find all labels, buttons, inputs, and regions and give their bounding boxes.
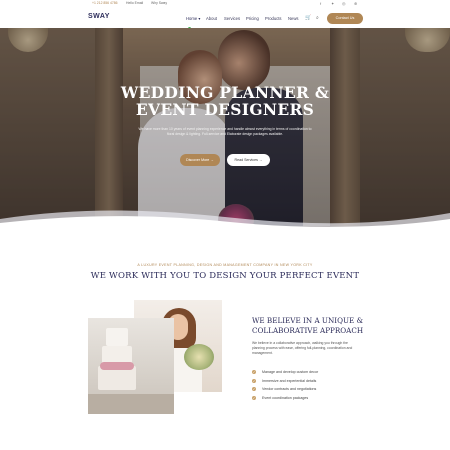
feature-label: Immersive and experiential details [262,378,317,383]
hero-title: WEDDING PLANNER & EVENT DESIGNERS [0,84,450,118]
intro-eyebrow: A LUXURY EVENT PLANNING, DESIGN AND MANA… [137,263,313,267]
list-item: ✓ Event coordination packages [252,395,318,405]
menu-item-services[interactable]: Services [224,16,240,21]
contact-us-button[interactable]: Contact Us [327,13,363,24]
check-icon: ✓ [252,370,256,374]
feature-list: ✓ Manage and develop custom decor ✓ Immers… [252,370,318,404]
read-services-button[interactable]: Read Services → [227,154,270,166]
check-icon: ✓ [252,395,256,400]
facebook-icon[interactable]: f [320,1,321,6]
about-description: We believe in a collaborative approach, … [252,341,353,355]
list-item: ✓ Vendor contracts and negotiations [252,387,318,396]
about-title-line-2: COLLABORATIVE APPROACH [252,326,364,335]
hero-wave-divider [0,210,450,235]
hero-description: We have more than 10 years of event plan… [138,127,312,136]
menu-item-home[interactable]: Home ▾ [186,16,200,21]
wedding-cake-photo [88,318,174,414]
logo[interactable]: SWAY [88,13,110,20]
hero-section: WEDDING PLANNER & EVENT DESIGNERS We hav… [0,28,450,228]
hero-title-line-1: WEDDING PLANNER & [120,83,330,102]
hero-title-line-2: EVENT DESIGNERS [135,100,315,119]
list-item: ✓ Immersive and experiential details [252,378,318,388]
phone-link[interactable]: +1 212 856 4786 [92,1,118,5]
about-title: WE BELIEVE IN A UNIQUE & COLLABORATIVE A… [252,316,392,336]
intro-title: WE WORK WITH YOU TO DESIGN YOUR PERFECT … [90,271,360,281]
main-navigation: SWAY Home ▾ About Services Pricing Produ… [0,9,450,30]
globe-icon[interactable]: ⊕ [354,1,357,6]
cake-table [88,394,174,414]
list-item: ✓ Manage and develop custom decor [252,370,318,379]
discover-more-button[interactable]: Discover More → [180,154,220,166]
cake-tier-top [106,328,128,346]
why-sway-link[interactable]: Why Sway [151,1,167,5]
menu-item-pricing[interactable]: Pricing [246,16,259,21]
feature-label: Event coordination packages [262,395,309,400]
check-icon: ✓ [252,387,256,391]
bride-photo-flowers [184,344,214,370]
twitter-icon[interactable]: ✦ [331,1,334,6]
about-title-line-1: WE BELIEVE IN A UNIQUE & [252,316,363,325]
search-icon[interactable]: ⌕ [316,15,319,21]
cart-icon[interactable]: 🛒 [305,15,311,21]
menu-item-about[interactable]: About [206,16,217,21]
email-link[interactable]: Hello Email [126,1,143,5]
check-icon: ✓ [252,378,256,383]
menu-item-products[interactable]: Products [265,16,282,21]
menu-item-news[interactable]: News [288,16,298,21]
feature-label: Manage and develop custom decor [262,370,319,374]
cake-roses [100,362,134,370]
feature-label: Vendor contracts and negotiations [262,387,317,391]
instagram-icon[interactable]: ◎ [342,1,346,6]
